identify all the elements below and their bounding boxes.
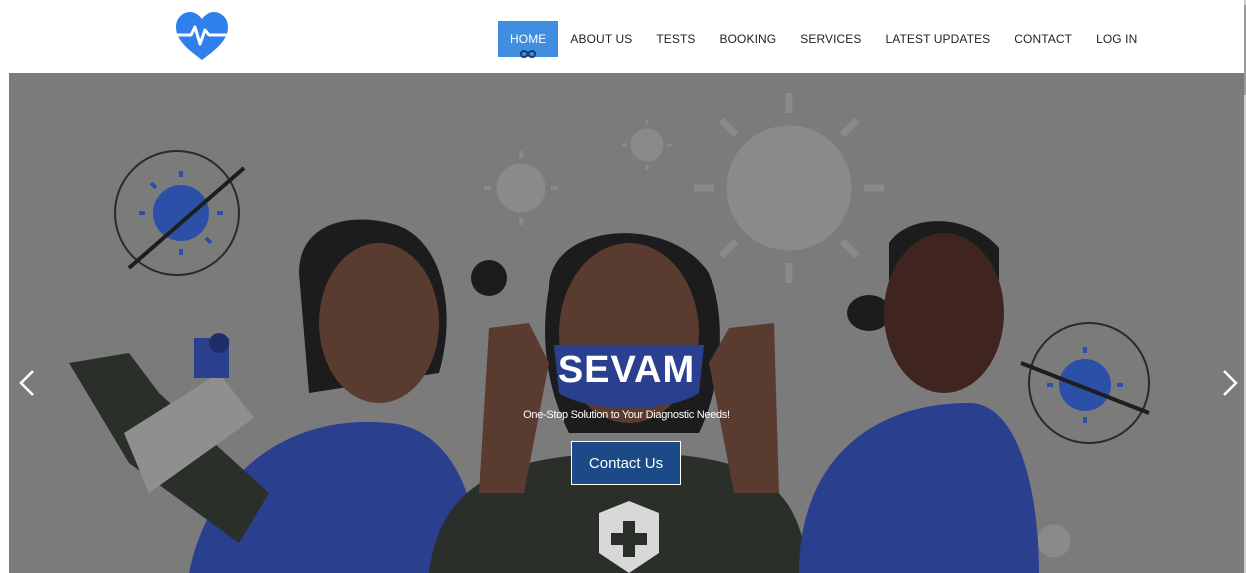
contact-us-button[interactable]: Contact Us xyxy=(571,441,681,485)
nav-item-services[interactable]: SERVICES xyxy=(788,21,873,57)
hero-carousel: SEVAM One-Stop Solution to Your Diagnost… xyxy=(9,73,1244,573)
cursor-loop-icon xyxy=(520,50,537,58)
nav-item-latest-updates[interactable]: LATEST UPDATES xyxy=(874,21,1003,57)
chevron-right-icon[interactable] xyxy=(1214,363,1244,403)
left-no-virus-bubble xyxy=(114,150,246,276)
virus-large-decoration xyxy=(694,93,884,283)
main-nav: HOME ABOUT US TESTS BOOKING SERVICES LAT… xyxy=(498,0,1149,73)
hero-subtitle: One-Stop Solution to Your Diagnostic Nee… xyxy=(523,409,730,421)
heart-pulse-icon[interactable] xyxy=(174,12,230,62)
left-person-figure xyxy=(69,219,507,573)
nav-item-log-in[interactable]: LOG IN xyxy=(1084,21,1149,57)
nav-item-label: ABOUT US xyxy=(570,32,633,46)
nav-item-label: LATEST UPDATES xyxy=(885,32,991,46)
nav-item-label: HOME xyxy=(510,32,547,46)
right-person-figure xyxy=(799,221,1039,573)
nav-item-label: SERVICES xyxy=(800,32,862,46)
nav-item-label: LOG IN xyxy=(1096,32,1138,46)
nav-item-tests[interactable]: TESTS xyxy=(644,21,707,57)
nav-item-home[interactable]: HOME xyxy=(498,21,559,58)
site-header: HOME ABOUT US TESTS BOOKING SERVICES LAT… xyxy=(0,0,1246,73)
nav-item-booking[interactable]: BOOKING xyxy=(708,21,789,57)
hero-illustration xyxy=(69,93,1150,573)
chevron-left-icon[interactable] xyxy=(13,363,43,403)
nav-item-about-us[interactable]: ABOUT US xyxy=(558,21,644,57)
nav-item-label: BOOKING xyxy=(719,32,777,46)
nav-item-label: TESTS xyxy=(656,32,696,46)
nav-item-contact[interactable]: CONTACT xyxy=(1002,21,1084,57)
hero-title: SEVAM xyxy=(557,349,696,391)
nav-item-label: CONTACT xyxy=(1014,32,1073,46)
